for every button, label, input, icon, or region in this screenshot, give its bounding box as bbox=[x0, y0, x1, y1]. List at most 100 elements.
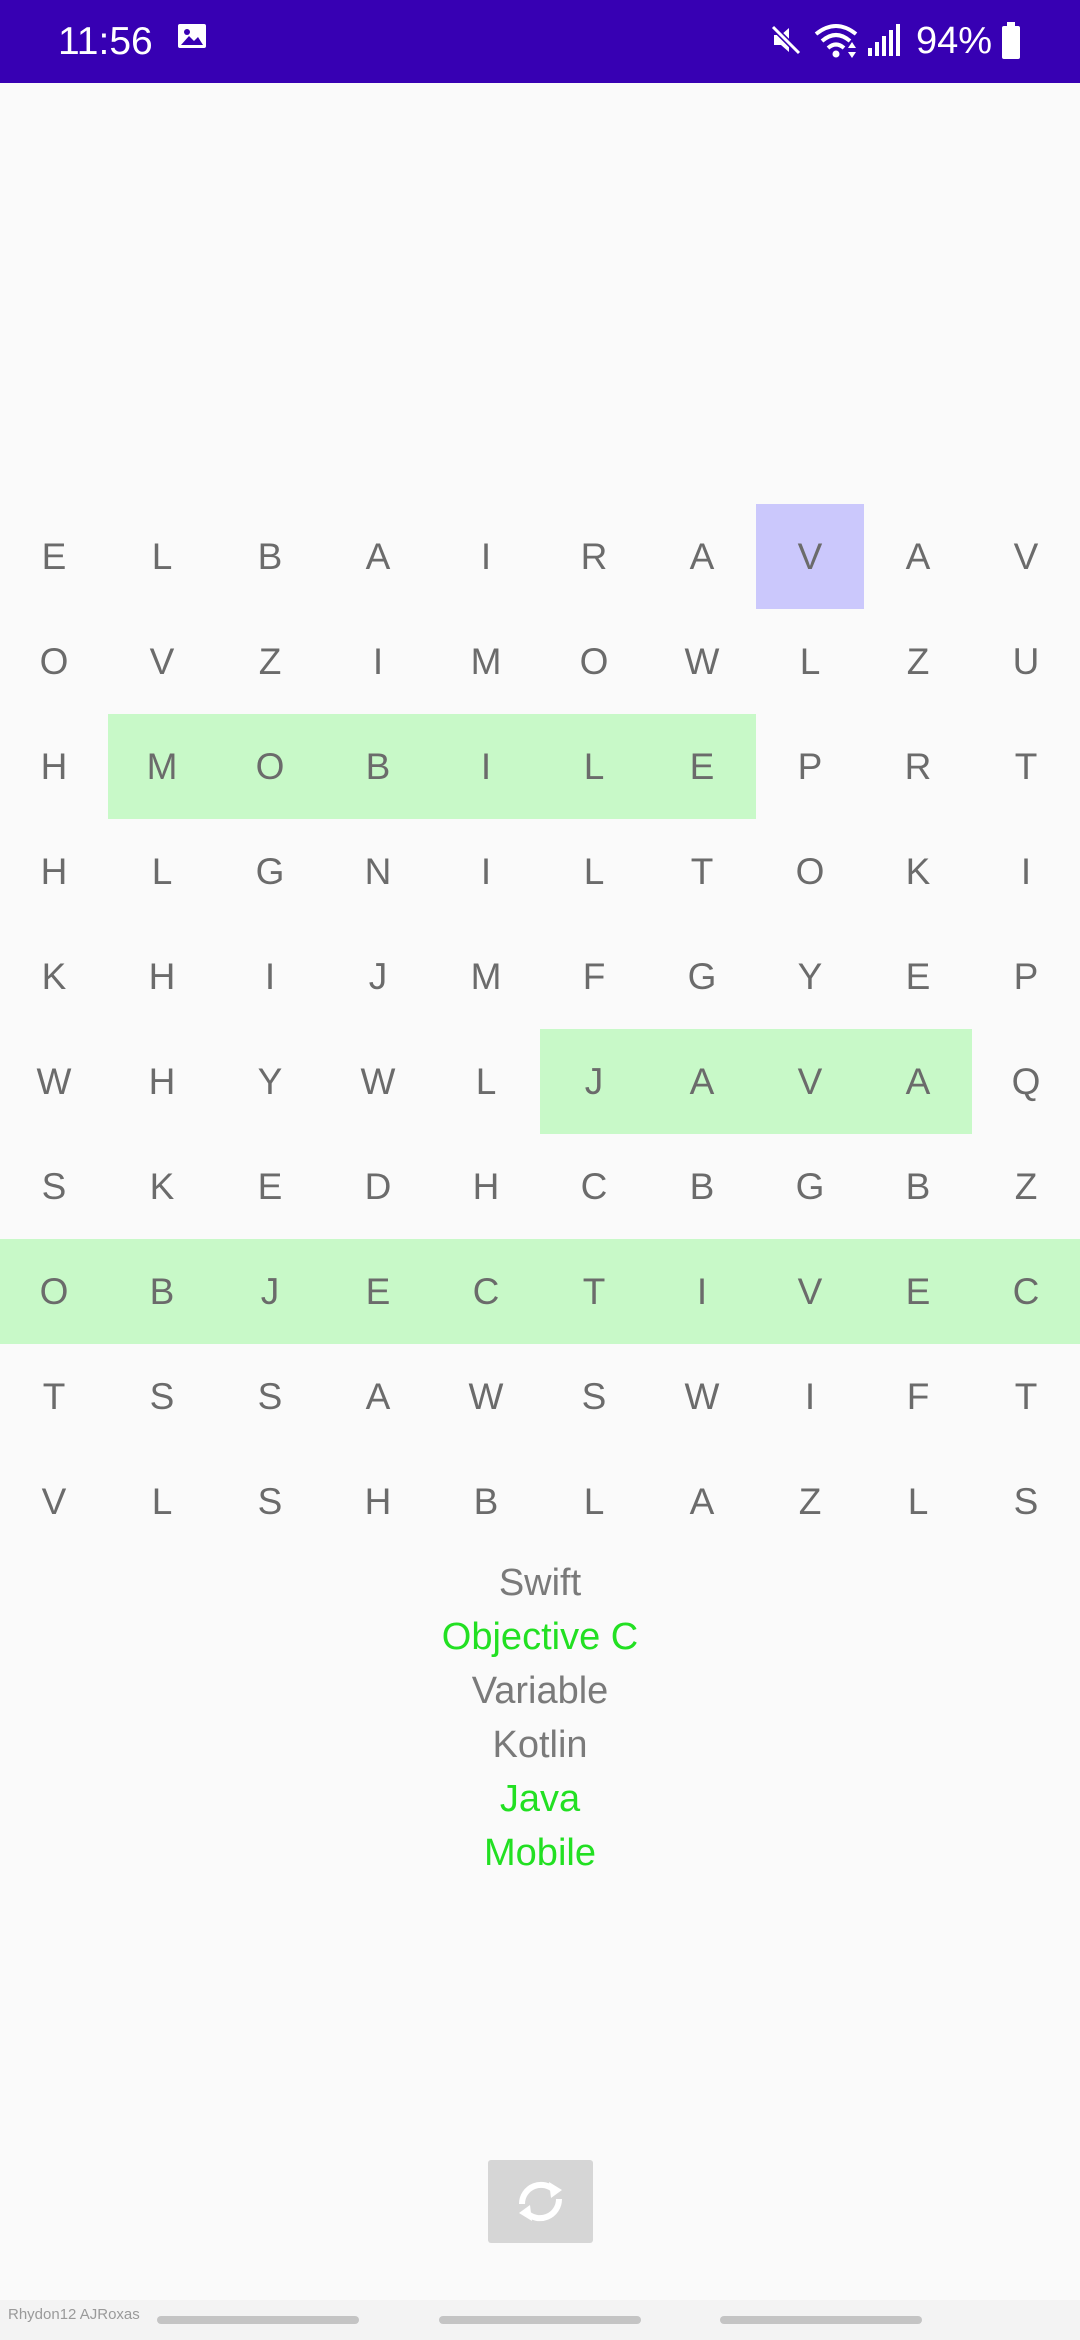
nav-pill-center[interactable] bbox=[439, 2316, 641, 2324]
grid-cell[interactable]: I bbox=[432, 714, 540, 819]
grid-cell[interactable]: H bbox=[108, 1029, 216, 1134]
grid-cell[interactable]: L bbox=[540, 819, 648, 924]
grid-cell[interactable]: G bbox=[756, 1134, 864, 1239]
grid-cell[interactable]: V bbox=[756, 504, 864, 609]
grid-cell[interactable]: M bbox=[108, 714, 216, 819]
grid-cell[interactable]: L bbox=[540, 714, 648, 819]
grid-cell[interactable]: C bbox=[972, 1239, 1080, 1344]
grid-cell[interactable]: E bbox=[864, 1239, 972, 1344]
grid-cell[interactable]: J bbox=[324, 924, 432, 1029]
grid-cell[interactable]: J bbox=[540, 1029, 648, 1134]
grid-cell[interactable]: E bbox=[864, 924, 972, 1029]
grid-cell[interactable]: K bbox=[0, 924, 108, 1029]
grid-cell[interactable]: E bbox=[0, 504, 108, 609]
grid-cell[interactable]: M bbox=[432, 924, 540, 1029]
grid-cell[interactable]: I bbox=[216, 924, 324, 1029]
grid-cell[interactable]: B bbox=[648, 1134, 756, 1239]
grid-cell[interactable]: T bbox=[972, 714, 1080, 819]
grid-cell[interactable]: G bbox=[216, 819, 324, 924]
grid-cell[interactable]: S bbox=[216, 1344, 324, 1449]
grid-cell[interactable]: A bbox=[648, 1449, 756, 1554]
grid-cell[interactable]: H bbox=[108, 924, 216, 1029]
grid-cell[interactable]: L bbox=[108, 504, 216, 609]
grid-cell[interactable]: Y bbox=[756, 924, 864, 1029]
grid-cell[interactable]: T bbox=[0, 1344, 108, 1449]
grid-cell[interactable]: O bbox=[0, 1239, 108, 1344]
grid-cell[interactable]: B bbox=[108, 1239, 216, 1344]
grid-cell[interactable]: F bbox=[540, 924, 648, 1029]
grid-cell[interactable]: A bbox=[648, 1029, 756, 1134]
grid-cell[interactable]: A bbox=[864, 1029, 972, 1134]
grid-cell[interactable]: G bbox=[648, 924, 756, 1029]
grid-cell[interactable]: M bbox=[432, 609, 540, 714]
grid-cell[interactable]: O bbox=[540, 609, 648, 714]
grid-cell[interactable]: S bbox=[0, 1134, 108, 1239]
grid-cell[interactable]: T bbox=[540, 1239, 648, 1344]
grid-cell[interactable]: C bbox=[540, 1134, 648, 1239]
grid-cell[interactable]: I bbox=[972, 819, 1080, 924]
grid-cell[interactable]: E bbox=[324, 1239, 432, 1344]
grid-cell[interactable]: U bbox=[972, 609, 1080, 714]
grid-cell[interactable]: Z bbox=[756, 1449, 864, 1554]
grid-cell[interactable]: Z bbox=[972, 1134, 1080, 1239]
grid-cell[interactable]: I bbox=[432, 504, 540, 609]
grid-cell[interactable]: T bbox=[648, 819, 756, 924]
grid-cell[interactable]: S bbox=[972, 1449, 1080, 1554]
grid-cell[interactable]: J bbox=[216, 1239, 324, 1344]
grid-cell[interactable]: O bbox=[216, 714, 324, 819]
grid-cell[interactable]: D bbox=[324, 1134, 432, 1239]
grid-cell[interactable]: Z bbox=[216, 609, 324, 714]
grid-cell[interactable]: W bbox=[0, 1029, 108, 1134]
grid-cell[interactable]: H bbox=[0, 714, 108, 819]
grid-cell[interactable]: I bbox=[756, 1344, 864, 1449]
grid-cell[interactable]: C bbox=[432, 1239, 540, 1344]
grid-cell[interactable]: V bbox=[108, 609, 216, 714]
grid-cell[interactable]: E bbox=[648, 714, 756, 819]
grid-cell[interactable]: I bbox=[432, 819, 540, 924]
grid-cell[interactable]: A bbox=[324, 1344, 432, 1449]
grid-cell[interactable]: B bbox=[864, 1134, 972, 1239]
grid-cell[interactable]: H bbox=[432, 1134, 540, 1239]
grid-cell[interactable]: Y bbox=[216, 1029, 324, 1134]
grid-cell[interactable]: V bbox=[756, 1029, 864, 1134]
grid-cell[interactable]: L bbox=[864, 1449, 972, 1554]
grid-cell[interactable]: K bbox=[108, 1134, 216, 1239]
grid-cell[interactable]: V bbox=[972, 504, 1080, 609]
grid-cell[interactable]: L bbox=[108, 819, 216, 924]
grid-cell[interactable]: L bbox=[756, 609, 864, 714]
nav-pill-right[interactable] bbox=[720, 2316, 922, 2324]
grid-cell[interactable]: A bbox=[864, 504, 972, 609]
grid-cell[interactable]: A bbox=[324, 504, 432, 609]
grid-cell[interactable]: T bbox=[972, 1344, 1080, 1449]
grid-cell[interactable]: L bbox=[540, 1449, 648, 1554]
grid-cell[interactable]: K bbox=[864, 819, 972, 924]
grid-cell[interactable]: W bbox=[648, 609, 756, 714]
grid-cell[interactable]: I bbox=[648, 1239, 756, 1344]
grid-cell[interactable]: H bbox=[324, 1449, 432, 1554]
grid-cell[interactable]: S bbox=[540, 1344, 648, 1449]
grid-cell[interactable]: S bbox=[216, 1449, 324, 1554]
grid-cell[interactable]: B bbox=[216, 504, 324, 609]
grid-cell[interactable]: W bbox=[324, 1029, 432, 1134]
grid-cell[interactable]: E bbox=[216, 1134, 324, 1239]
grid-cell[interactable]: P bbox=[972, 924, 1080, 1029]
grid-cell[interactable]: Q bbox=[972, 1029, 1080, 1134]
grid-cell[interactable]: A bbox=[648, 504, 756, 609]
grid-cell[interactable]: O bbox=[0, 609, 108, 714]
grid-cell[interactable]: F bbox=[864, 1344, 972, 1449]
grid-cell[interactable]: B bbox=[432, 1449, 540, 1554]
grid-cell[interactable]: W bbox=[432, 1344, 540, 1449]
grid-cell[interactable]: R bbox=[540, 504, 648, 609]
grid-cell[interactable]: Z bbox=[864, 609, 972, 714]
grid-cell[interactable]: I bbox=[324, 609, 432, 714]
grid-cell[interactable]: H bbox=[0, 819, 108, 924]
grid-cell[interactable]: P bbox=[756, 714, 864, 819]
grid-cell[interactable]: V bbox=[0, 1449, 108, 1554]
grid-cell[interactable]: B bbox=[324, 714, 432, 819]
grid-cell[interactable]: S bbox=[108, 1344, 216, 1449]
grid-cell[interactable]: R bbox=[864, 714, 972, 819]
grid-cell[interactable]: L bbox=[432, 1029, 540, 1134]
nav-pill-left[interactable] bbox=[157, 2316, 359, 2324]
grid-cell[interactable]: V bbox=[756, 1239, 864, 1344]
grid-cell[interactable]: N bbox=[324, 819, 432, 924]
